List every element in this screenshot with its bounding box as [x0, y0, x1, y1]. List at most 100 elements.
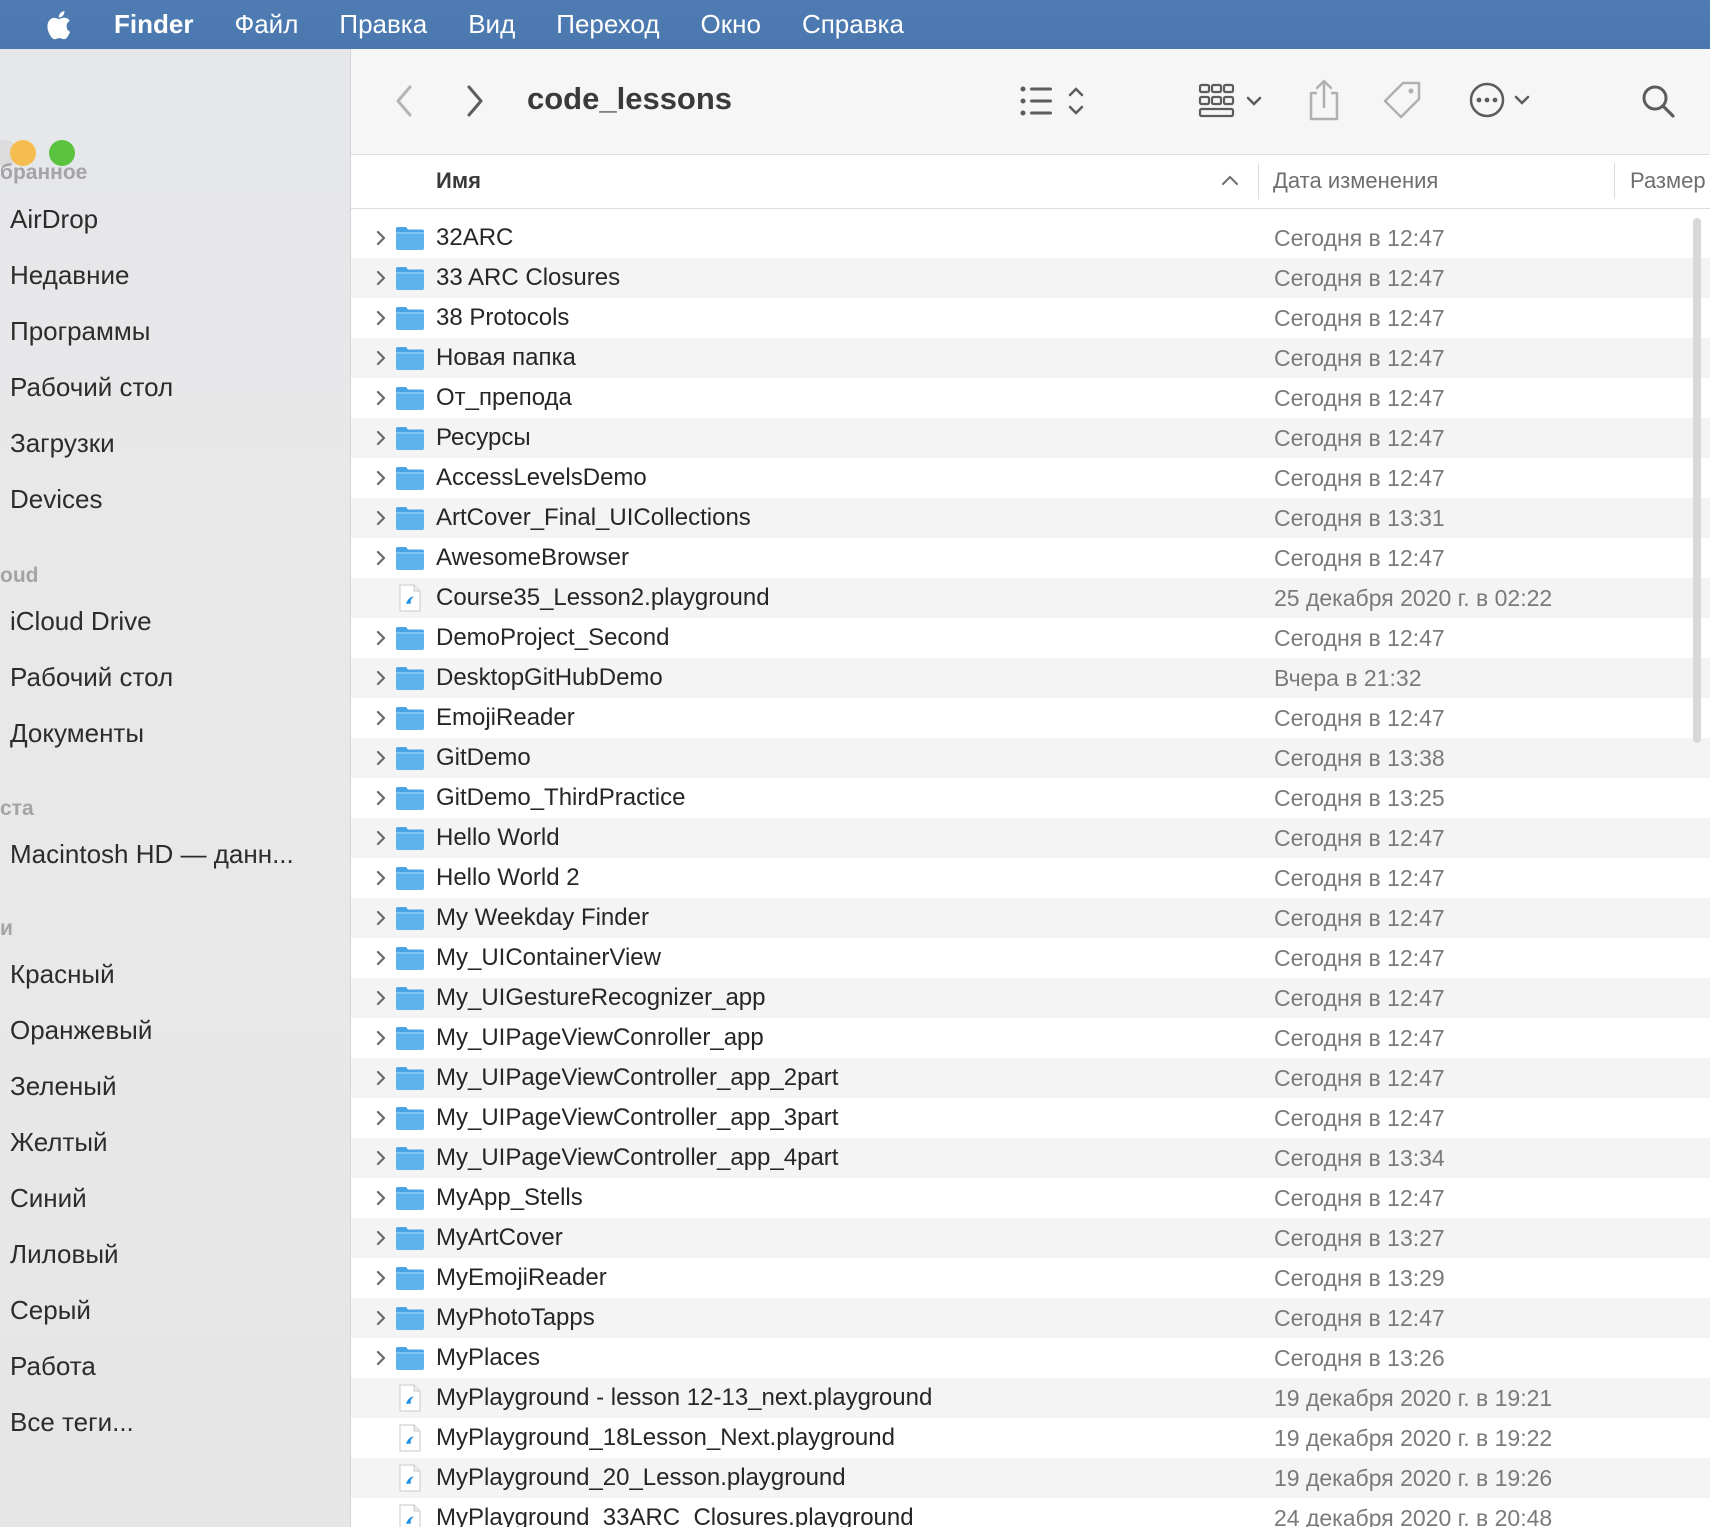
disclosure-chevron-icon[interactable]	[371, 908, 391, 928]
menu-file[interactable]: Файл	[234, 9, 298, 40]
column-date-header[interactable]: Дата изменения	[1273, 168, 1438, 194]
more-icon[interactable]	[1466, 79, 1538, 121]
disclosure-chevron-icon[interactable]	[371, 1028, 391, 1048]
file-row[interactable]: MyPhotoTapps Сегодня в 12:47	[351, 1298, 1710, 1338]
disclosure-chevron-icon[interactable]	[371, 628, 391, 648]
file-row[interactable]: ArtCover_Final_UICollections Сегодня в 13…	[351, 498, 1710, 538]
search-icon[interactable]	[1638, 81, 1678, 121]
sort-ascending-icon[interactable]	[1221, 173, 1239, 191]
file-row[interactable]: DesktopGitHubDemo Вчера в 21:32	[351, 658, 1710, 698]
disclosure-chevron-icon[interactable]	[371, 988, 391, 1008]
sidebar-item-tag-green[interactable]: Зеленый	[10, 1071, 117, 1102]
disclosure-chevron-icon[interactable]	[371, 1348, 391, 1368]
menu-edit[interactable]: Правка	[339, 9, 427, 40]
apple-logo-icon[interactable]	[40, 8, 74, 42]
file-row[interactable]: My_UIGestureRecognizer_app Сегодня в 12:4…	[351, 978, 1710, 1018]
disclosure-chevron-icon[interactable]	[371, 308, 391, 328]
file-row[interactable]: DemoProject_Second Сегодня в 12:47	[351, 618, 1710, 658]
file-row[interactable]: Hello World Сегодня в 12:47	[351, 818, 1710, 858]
disclosure-chevron-icon[interactable]	[371, 468, 391, 488]
column-name-header[interactable]: Имя	[436, 168, 481, 194]
disclosure-chevron-icon[interactable]	[371, 828, 391, 848]
sidebar-item-icloud-desktop[interactable]: Рабочий стол	[10, 662, 173, 693]
sidebar-item-tag-red[interactable]: Красный	[10, 959, 115, 990]
menu-go[interactable]: Переход	[556, 9, 659, 40]
disclosure-chevron-icon[interactable]	[371, 1068, 391, 1088]
file-row[interactable]: От_препода Сегодня в 12:47	[351, 378, 1710, 418]
sidebar-item-icloud-drive[interactable]: iCloud Drive	[10, 606, 152, 637]
file-row[interactable]: MyPlayground_18Lesson_Next.playground 19 …	[351, 1418, 1710, 1458]
share-icon[interactable]	[1306, 77, 1342, 123]
sidebar-item-tag-blue[interactable]: Синий	[10, 1183, 87, 1214]
sidebar-item-macintosh-hd[interactable]: Macintosh HD — данн...	[10, 839, 294, 870]
disclosure-chevron-icon[interactable]	[371, 1148, 391, 1168]
menu-help[interactable]: Справка	[802, 9, 904, 40]
sidebar-item-tag-purple[interactable]: Лиловый	[10, 1239, 119, 1270]
disclosure-chevron-icon[interactable]	[371, 788, 391, 808]
sidebar-item-all-tags[interactable]: Все теги...	[10, 1407, 134, 1438]
file-row[interactable]: MyPlaces Сегодня в 13:26	[351, 1338, 1710, 1378]
menu-finder[interactable]: Finder	[114, 9, 193, 40]
file-row[interactable]: MyApp_Stells Сегодня в 12:47	[351, 1178, 1710, 1218]
file-row[interactable]: 32ARC Сегодня в 12:47	[351, 218, 1710, 258]
file-row[interactable]: AccessLevelsDemo Сегодня в 12:47	[351, 458, 1710, 498]
disclosure-chevron-icon[interactable]	[371, 348, 391, 368]
sidebar-item-downloads[interactable]: Загрузки	[10, 428, 115, 459]
disclosure-chevron-icon[interactable]	[371, 508, 391, 528]
disclosure-chevron-icon[interactable]	[371, 1228, 391, 1248]
sidebar-item-tag-yellow[interactable]: Желтый	[10, 1127, 108, 1158]
sidebar-item-documents[interactable]: Документы	[10, 718, 144, 749]
disclosure-chevron-icon[interactable]	[371, 1188, 391, 1208]
file-row[interactable]: GitDemo Сегодня в 13:38	[351, 738, 1710, 778]
disclosure-chevron-icon[interactable]	[371, 708, 391, 728]
file-row[interactable]: AwesomeBrowser Сегодня в 12:47	[351, 538, 1710, 578]
sidebar-item-desktop[interactable]: Рабочий стол	[10, 372, 173, 403]
menu-view[interactable]: Вид	[468, 9, 515, 40]
file-row[interactable]: 33 ARC Closures Сегодня в 12:47	[351, 258, 1710, 298]
file-row[interactable]: Ресурсы Сегодня в 12:47	[351, 418, 1710, 458]
file-row[interactable]: Course35_Lesson2.playground 25 декабря 20…	[351, 578, 1710, 618]
group-icon[interactable]	[1196, 81, 1272, 121]
column-divider[interactable]	[1614, 163, 1615, 199]
disclosure-chevron-icon[interactable]	[371, 388, 391, 408]
scrollbar[interactable]	[1693, 218, 1701, 743]
file-row[interactable]: My_UIContainerView Сегодня в 12:47	[351, 938, 1710, 978]
file-row[interactable]: Hello World 2 Сегодня в 12:47	[351, 858, 1710, 898]
column-divider[interactable]	[1258, 163, 1259, 199]
file-row[interactable]: MyPlayground_33ARC_Closures.playground 24…	[351, 1498, 1710, 1527]
forward-chevron-icon[interactable]	[458, 83, 492, 119]
file-row[interactable]: My Weekday Finder Сегодня в 12:47	[351, 898, 1710, 938]
file-row[interactable]: MyEmojiReader Сегодня в 13:29	[351, 1258, 1710, 1298]
back-chevron-icon[interactable]	[387, 83, 421, 119]
disclosure-chevron-icon[interactable]	[371, 868, 391, 888]
file-row[interactable]: My_UIPageViewController_app_4part Сегодня…	[351, 1138, 1710, 1178]
file-row[interactable]: My_UIPageViewController_app_3part Сегодня…	[351, 1098, 1710, 1138]
tag-icon[interactable]	[1381, 79, 1423, 121]
file-row[interactable]: My_UIPageViewController_app_2part Сегодня…	[351, 1058, 1710, 1098]
disclosure-chevron-icon[interactable]	[371, 228, 391, 248]
disclosure-chevron-icon[interactable]	[371, 268, 391, 288]
file-row[interactable]: MyPlayground_20_Lesson.playground 19 дека…	[351, 1458, 1710, 1498]
sidebar-item-tag-orange[interactable]: Оранжевый	[10, 1015, 152, 1046]
sidebar-item-applications[interactable]: Программы	[10, 316, 150, 347]
sidebar-item-airdrop[interactable]: AirDrop	[10, 204, 98, 235]
disclosure-chevron-icon[interactable]	[371, 1108, 391, 1128]
sidebar-item-tag-work[interactable]: Работа	[10, 1351, 96, 1382]
file-row[interactable]: EmojiReader Сегодня в 12:47	[351, 698, 1710, 738]
sidebar-item-tag-gray[interactable]: Серый	[10, 1295, 91, 1326]
disclosure-chevron-icon[interactable]	[371, 1268, 391, 1288]
sidebar-item-recents[interactable]: Недавние	[10, 260, 129, 291]
disclosure-chevron-icon[interactable]	[371, 748, 391, 768]
file-row[interactable]: My_UIPageViewConroller_app Сегодня в 12:4…	[351, 1018, 1710, 1058]
sidebar-item-devices[interactable]: Devices	[10, 484, 102, 515]
disclosure-chevron-icon[interactable]	[371, 1308, 391, 1328]
file-row[interactable]: GitDemo_ThirdPractice Сегодня в 13:25	[351, 778, 1710, 818]
file-row[interactable]: Новая папка Сегодня в 12:47	[351, 338, 1710, 378]
list-view-icon[interactable]	[1017, 81, 1093, 121]
column-size-header[interactable]: Размер	[1630, 168, 1706, 194]
disclosure-chevron-icon[interactable]	[371, 428, 391, 448]
file-row[interactable]: 38 Protocols Сегодня в 12:47	[351, 298, 1710, 338]
file-row[interactable]: MyPlayground - lesson 12-13_next.playgro…	[351, 1378, 1710, 1418]
file-row[interactable]: MyArtCover Сегодня в 13:27	[351, 1218, 1710, 1258]
menu-window[interactable]: Окно	[701, 9, 761, 40]
